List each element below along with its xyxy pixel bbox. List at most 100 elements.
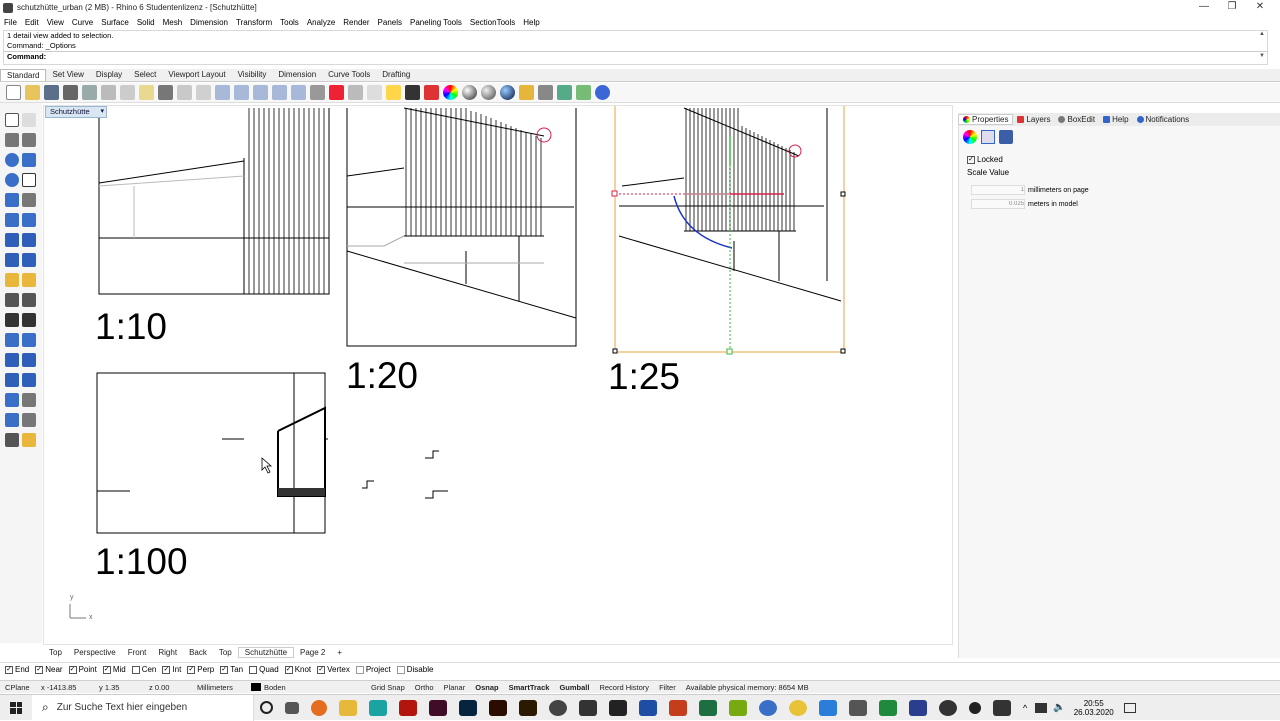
array-icon[interactable] — [5, 373, 19, 387]
color-wheel-icon[interactable] — [443, 85, 458, 100]
task-view-icon[interactable] — [285, 701, 299, 714]
toggle-filter[interactable]: Filter — [654, 683, 681, 692]
current-layer[interactable]: Boden — [246, 683, 366, 692]
view-tab-top-2[interactable]: Top — [213, 648, 238, 657]
check-icon[interactable] — [22, 413, 36, 427]
osnap-quad[interactable]: Quad — [249, 665, 279, 674]
osnap-point[interactable]: ✓ Point — [68, 665, 97, 674]
taskbar-clock[interactable]: 20:55 26.03.2020 — [1074, 699, 1114, 717]
firefox-icon[interactable] — [311, 699, 327, 716]
select-all-icon[interactable] — [367, 85, 382, 100]
menu-mesh[interactable]: Mesh — [159, 18, 187, 27]
osnap-disable-checkbox[interactable] — [396, 665, 405, 674]
osnap-vertex[interactable]: ✓ Vertex — [317, 665, 350, 674]
viewport-title-tab[interactable]: Schutzhütte ▾ — [45, 106, 107, 118]
detail-object-icon[interactable] — [981, 130, 995, 144]
analyze-icon[interactable] — [5, 413, 19, 427]
cut-icon[interactable] — [101, 85, 116, 100]
light-icon[interactable] — [386, 85, 401, 100]
rectangle-icon[interactable] — [22, 173, 36, 187]
tools-icon[interactable] — [557, 85, 572, 100]
layer-icon[interactable] — [424, 85, 439, 100]
toggle-record-history[interactable]: Record History — [594, 683, 654, 692]
osnap-end-checkbox[interactable]: ✓ — [5, 665, 13, 674]
globe-icon[interactable] — [576, 85, 591, 100]
fillet-icon[interactable] — [22, 273, 36, 287]
toggle-smarttrack[interactable]: SmartTrack — [504, 683, 555, 692]
open-file-icon[interactable] — [25, 85, 40, 100]
cortana-icon[interactable] — [260, 701, 273, 714]
indesign-icon[interactable] — [429, 699, 447, 716]
menu-analyze[interactable]: Analyze — [303, 18, 339, 27]
menu-solid[interactable]: Solid — [133, 18, 159, 27]
volume-icon[interactable]: 🔈 — [1053, 702, 1065, 713]
zoom-window-icon[interactable] — [234, 85, 249, 100]
import-icon[interactable] — [82, 85, 97, 100]
lock-icon[interactable] — [405, 85, 420, 100]
copy-icon[interactable] — [120, 85, 135, 100]
view-tab-back[interactable]: Back — [183, 648, 213, 657]
database-icon[interactable] — [999, 130, 1013, 144]
grasshopper-icon[interactable] — [849, 699, 867, 716]
layout-icon[interactable] — [5, 433, 19, 447]
illustrator-icon[interactable] — [489, 699, 507, 716]
select-arrow-icon[interactable] — [5, 113, 19, 127]
osnap-vertex-checkbox[interactable]: ✓ — [317, 665, 326, 674]
command-input[interactable] — [48, 53, 649, 62]
osnap-project-checkbox[interactable] — [355, 665, 364, 674]
archicad-icon[interactable] — [579, 699, 597, 716]
windows-start-button[interactable] — [0, 695, 32, 721]
menu-transform[interactable]: Transform — [232, 18, 276, 27]
green-app-icon[interactable] — [879, 699, 897, 716]
excel-icon[interactable] — [699, 699, 717, 716]
settings-icon[interactable] — [969, 701, 981, 714]
rotate-icon[interactable] — [5, 353, 19, 367]
meters-in-model-input[interactable] — [971, 199, 1025, 209]
boolean-icon[interactable] — [5, 273, 19, 287]
undo-icon[interactable] — [158, 85, 173, 100]
osnap-cen-checkbox[interactable] — [131, 665, 140, 674]
toggle-osnap[interactable]: Osnap — [470, 683, 503, 692]
locked-checkbox[interactable]: ✓ — [967, 155, 975, 164]
sphere-icon[interactable] — [22, 233, 36, 247]
osnap-point-checkbox[interactable]: ✓ — [68, 665, 77, 674]
vectorworks-icon[interactable] — [549, 699, 567, 716]
join-icon[interactable] — [5, 313, 19, 327]
copy-tool-icon[interactable] — [22, 333, 36, 347]
zoom-selected-icon[interactable] — [272, 85, 287, 100]
word-icon[interactable] — [639, 699, 657, 716]
close-button[interactable]: ✕ — [1244, 0, 1276, 14]
osnap-end[interactable]: ✓ End — [5, 665, 29, 674]
osnap-knot-checkbox[interactable]: ✓ — [284, 665, 293, 674]
view-tab-top[interactable]: Top — [43, 648, 68, 657]
cplane-label[interactable]: CPlane — [0, 683, 36, 692]
curve-icon[interactable] — [22, 133, 36, 147]
teamviewer-icon[interactable] — [759, 699, 777, 716]
detail-view-1-10[interactable] — [98, 108, 330, 295]
sketchup-icon[interactable] — [369, 699, 387, 716]
app-icon[interactable] — [729, 699, 747, 716]
bridge-icon[interactable] — [519, 699, 537, 716]
point-icon[interactable] — [22, 113, 36, 127]
osnap-quad-checkbox[interactable] — [249, 665, 258, 674]
photoshop-icon[interactable] — [459, 699, 477, 716]
dropdown-arrow-icon[interactable]: ▾ — [100, 107, 104, 117]
toggle-grid-snap[interactable]: Grid Snap — [366, 683, 410, 692]
menu-surface[interactable]: Surface — [97, 18, 133, 27]
view-tab-front[interactable]: Front — [122, 648, 153, 657]
menu-view[interactable]: View — [43, 18, 68, 27]
gear-icon[interactable] — [538, 85, 553, 100]
osnap-perp[interactable]: ✓ Perp — [187, 665, 214, 674]
scroll-down-icon[interactable]: ▼ — [1257, 53, 1267, 59]
paste-icon[interactable] — [139, 85, 154, 100]
osnap-project[interactable]: Project — [355, 665, 391, 674]
tab-layers[interactable]: Layers — [1013, 115, 1054, 124]
osnap-cen[interactable]: Cen — [131, 665, 156, 674]
osnap-perp-checkbox[interactable]: ✓ — [187, 665, 196, 674]
tab-standard[interactable]: Standard — [0, 69, 47, 81]
add-view-tab-button[interactable]: + — [331, 648, 348, 657]
save-icon[interactable] — [44, 85, 59, 100]
menu-file[interactable]: File — [0, 18, 21, 27]
menu-tools[interactable]: Tools — [276, 18, 303, 27]
detail-view-1-25[interactable] — [611, 106, 846, 355]
